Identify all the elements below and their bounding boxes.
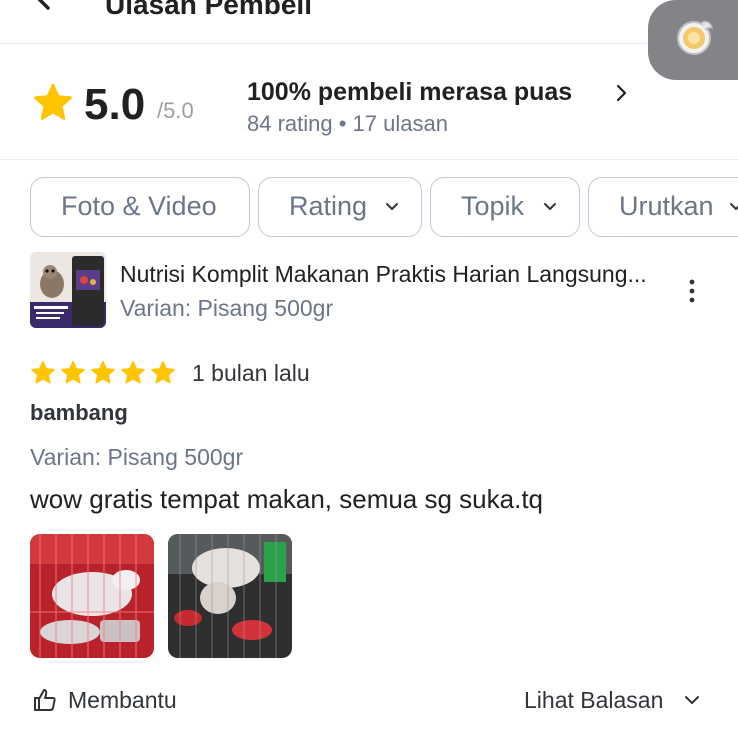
review-photo-image (30, 534, 154, 658)
chip-label: Topik (461, 191, 525, 221)
chevron-right-icon[interactable] (612, 82, 630, 104)
chip-label: Foto & Video (61, 191, 217, 221)
review-photo-image (168, 534, 292, 658)
filter-chip-sort[interactable]: Urutkan (588, 177, 738, 237)
satisfaction-text: 100% pembeli merasa puas (247, 78, 573, 106)
filter-chips: Foto & Video Rating Topik Urutkan (30, 177, 738, 237)
helpful-label: Membantu (68, 687, 177, 713)
lightbulb-icon[interactable] (672, 14, 718, 60)
product-thumbnail[interactable] (30, 252, 106, 328)
product-row[interactable]: Nutrisi Komplit Makanan Praktis Harian L… (30, 252, 738, 332)
score-max: /5.0 (157, 98, 194, 123)
chevron-down-icon (544, 203, 556, 210)
filter-chip-topic[interactable]: Topik (430, 177, 580, 237)
star-icon (61, 361, 85, 384)
star-icon (121, 361, 145, 384)
star-icon (151, 361, 175, 384)
star-icon (31, 361, 55, 384)
filter-chip-media[interactable]: Foto & Video (30, 177, 250, 237)
product-name[interactable]: Nutrisi Komplit Makanan Praktis Harian L… (120, 260, 647, 288)
chevron-down-icon (386, 203, 398, 210)
review-photo[interactable] (168, 534, 292, 658)
view-replies-label: Lihat Balasan (524, 687, 664, 713)
rating-counts: 84 rating • 17 ulasan (247, 111, 448, 136)
star-icon (34, 83, 72, 120)
filter-chip-rating[interactable]: Rating (258, 177, 422, 237)
arrow-left-icon[interactable] (32, 0, 72, 20)
star-icon (91, 361, 115, 384)
thumbs-up-icon (34, 689, 56, 711)
review-variant: Varian: Pisang 500gr (30, 444, 244, 470)
product-variant: Varian: Pisang 500gr (120, 295, 334, 321)
rating-summary[interactable]: 5.0 /5.0 100% pembeli merasa puas 84 rat… (0, 60, 738, 160)
chip-label: Urutkan (619, 191, 714, 221)
chip-label: Rating (289, 191, 368, 221)
review-stars (30, 360, 180, 386)
page-title: Ulasan Pembeli (105, 0, 312, 20)
review-photo[interactable] (30, 534, 154, 658)
view-replies-button[interactable]: Lihat Balasan (524, 684, 714, 716)
more-vertical-icon[interactable] (684, 276, 700, 306)
reviewer-name: bambang (30, 400, 128, 425)
product-image (30, 252, 106, 328)
average-score: 5.0 (84, 80, 146, 129)
review-text: wow gratis tempat makan, semua sg suka.t… (30, 484, 544, 514)
header-bar: Ulasan Pembeli (0, 0, 738, 44)
review-time: 1 bulan lalu (192, 360, 310, 386)
chevron-down-icon (730, 203, 738, 210)
chevron-down-icon (685, 696, 699, 704)
